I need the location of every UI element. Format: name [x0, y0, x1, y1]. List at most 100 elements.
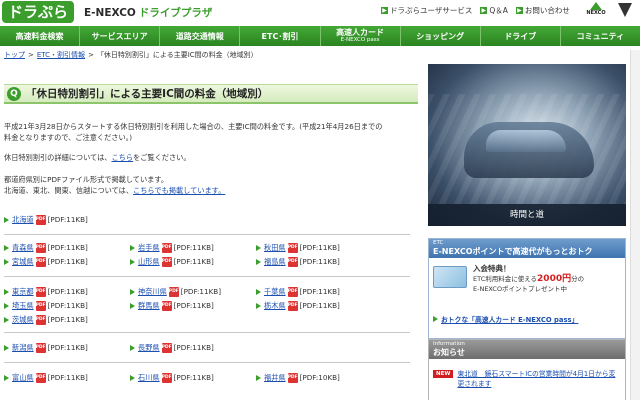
pref-column: 富山県 PDF [PDF:11KB] [4, 372, 130, 383]
pdf-icon: PDF [287, 256, 298, 267]
details-text: 休日特別割引の詳細については、こちらをご覧ください。 [4, 153, 191, 162]
site-header: ドラぷら E-NEXCO ドライブプラザ ▶ ドラぷらユーザサービス ▶ Q＆A ▶ お… [0, 0, 640, 26]
dorapura-logo[interactable]: ドラぷら [2, 1, 74, 23]
pref-item[interactable]: 宮城県 PDF [PDF:11KB] [4, 256, 130, 267]
news-item: NEW 東北道 鏡石スマートICの営業時間が4月1日から変更されます [429, 359, 625, 389]
breadcrumb: トップ > ETC・割引情報 > 「休日特別割引」による主要IC間の料金（地域別） [4, 50, 258, 60]
details-link[interactable]: こちら [111, 153, 133, 162]
divider [4, 362, 410, 363]
arrow-right-icon [130, 374, 135, 381]
breadcrumb-etc-discount[interactable]: ETC・割引情報 [37, 51, 85, 59]
nav-toll-search[interactable]: 高速料金検索 [0, 26, 81, 46]
pdf-icon: PDF [35, 242, 46, 253]
pdf-icon: PDF [35, 214, 46, 225]
nav-traffic-info[interactable]: 道路交通情報 [160, 26, 241, 46]
pdf-icon: PDF [161, 342, 172, 353]
etc-text: 入会特典！ ETC利用料金に使える2000円分の E-NEXCOポイントプレゼン… [473, 264, 585, 293]
nav-service-area[interactable]: サービスエリア [80, 26, 161, 46]
utility-links: ▶ ドラぷらユーザサービス ▶ Q＆A ▶ お問い合わせ [381, 5, 570, 16]
arrow-right-icon: ▶ [381, 7, 388, 14]
info-box: Information お知らせ NEW 東北道 鏡石スマートICの営業時間が4… [428, 339, 626, 400]
arrow-right-icon [256, 374, 261, 381]
pref-column: 岩手県 PDF [PDF:11KB] 山形県 PDF [PDF:11KB] [130, 242, 256, 267]
etc-tag: ETC [433, 240, 444, 246]
arrow-right-icon [4, 344, 9, 351]
pdf-icon: PDF [161, 300, 172, 311]
region-link[interactable]: こちらでも掲載しています。 [133, 186, 225, 195]
pref-item[interactable]: 東京都 PDF [PDF:11KB] [4, 286, 130, 297]
nexco-mark-icon [590, 2, 602, 10]
pref-item[interactable]: 長野県 PDF [PDF:11KB] [130, 342, 256, 353]
pref-item[interactable]: 青森県 PDF [PDF:11KB] [4, 242, 130, 253]
page-title: 「休日特別割引」による主要IC間の料金（地域別） [26, 88, 269, 100]
arrow-right-icon [4, 374, 9, 381]
arrow-right-icon [4, 258, 9, 265]
pref-item[interactable]: 福井県 PDF [PDF:10KB] [256, 372, 382, 383]
pref-item[interactable]: 北海道 PDF [PDF:11KB] [4, 214, 130, 225]
pref-item[interactable]: 岩手県 PDF [PDF:11KB] [130, 242, 256, 253]
news-link[interactable]: 東北道 鏡石スマートICの営業時間が4月1日から変更されます [457, 369, 621, 389]
pref-item[interactable]: 石川県 PDF [PDF:11KB] [130, 372, 256, 383]
pref-item[interactable]: 新潟県 PDF [PDF:11KB] [4, 342, 130, 353]
nav-etc-discount[interactable]: ETC･割引 [240, 26, 321, 46]
arrow-right-icon [4, 288, 9, 295]
pref-item[interactable]: 千葉県 PDF [PDF:11KB] [256, 286, 382, 297]
pref-column: 東京都 PDF [PDF:11KB] 埼玉県 PDF [PDF:11KB] 茨城県 PDF… [4, 286, 130, 325]
pref-item[interactable]: 秋田県 PDF [PDF:11KB] [256, 242, 382, 253]
pref-group-shinetsu: 新潟県 PDF [PDF:11KB] 長野県 PDF [PDF:11KB] [4, 342, 410, 353]
pref-item[interactable]: 栃木県 PDF [PDF:11KB] [256, 300, 382, 311]
card-image[interactable] [433, 266, 467, 288]
nav-highway-card[interactable]: 高速人カード E-NEXCO pass [320, 26, 401, 46]
nav-drive[interactable]: ドライブ [480, 26, 561, 46]
breadcrumb-home[interactable]: トップ [4, 51, 25, 59]
pref-item[interactable]: 富山県 PDF [PDF:11KB] [4, 372, 130, 383]
pref-group-hokkaido: 北海道 PDF [PDF:11KB] [4, 214, 410, 225]
arrow-right-icon [130, 258, 135, 265]
arrow-right-icon [4, 316, 9, 323]
brand-title[interactable]: E-NEXCO ドライブプラザ [84, 5, 212, 20]
etc-box-header: ETC E-NEXCOポイントで高速代がもっとおトク [429, 239, 625, 258]
arrow-right-icon [4, 302, 9, 309]
arrow-right-icon: ▶ [480, 7, 488, 14]
nav-shopping[interactable]: ショッピング [400, 26, 481, 46]
pdf-icon: PDF [287, 286, 298, 297]
pdf-icon: PDF [161, 372, 172, 383]
pref-column: 新潟県 PDF [PDF:11KB] [4, 342, 130, 353]
etc-title: E-NEXCOポイントで高速代がもっとおトク [433, 247, 593, 256]
nexco-logo[interactable]: NEXCO [582, 0, 610, 18]
pdf-icon: PDF [168, 286, 179, 297]
pref-item[interactable]: 群馬県 PDF [PDF:11KB] [130, 300, 256, 311]
scrollbar[interactable] [630, 50, 640, 400]
pref-item[interactable]: 埼玉県 PDF [PDF:11KB] [4, 300, 130, 311]
pref-item[interactable]: 茨城県 PDF [PDF:11KB] [4, 314, 130, 325]
brand-subtitle: ドライブプラザ [138, 7, 213, 19]
pref-item[interactable]: 神奈川県 PDF [PDF:11KB] [130, 286, 256, 297]
pref-item[interactable]: 山形県 PDF [PDF:11KB] [130, 256, 256, 267]
etc-card-link[interactable]: おトクな「高速人カード E-NEXCO pass」 [433, 314, 621, 324]
new-badge: NEW [433, 370, 454, 378]
pdf-icon: PDF [287, 300, 298, 311]
intro-text: 平成21年3月28日からスタートする休日特別割引を利用した場合の、主要IC間の料… [4, 121, 420, 143]
pdf-icon: PDF [35, 256, 46, 267]
pref-column: 神奈川県 PDF [PDF:11KB] 群馬県 PDF [PDF:11KB] [130, 286, 256, 325]
divider [4, 234, 410, 235]
etc-box: ETC E-NEXCOポイントで高速代がもっとおトク 入会特典！ ETC利用料金… [428, 238, 626, 339]
promo-banner[interactable]: 時間と道 [428, 64, 626, 226]
pref-group-kanto: 東京都 PDF [PDF:11KB] 埼玉県 PDF [PDF:11KB] 茨城県 PDF… [4, 286, 410, 325]
arrow-right-icon [433, 316, 438, 322]
util-link-contact[interactable]: ▶ お問い合わせ [515, 5, 570, 16]
car-illustration [464, 122, 594, 178]
arrow-right-icon [130, 344, 135, 351]
pref-item[interactable]: 福島県 PDF [PDF:11KB] [256, 256, 382, 267]
pdf-icon: PDF [287, 242, 298, 253]
pdf-note: 都道府県別にPDFファイル形式で掲載しています。 北海道、東北、関東、信越につい… [4, 175, 226, 195]
pref-group-hokuriku: 富山県 PDF [PDF:11KB] 石川県 PDF [PDF:11KB] 福井県 PDF… [4, 372, 410, 383]
pdf-icon: PDF [35, 372, 46, 383]
util-link-user-service[interactable]: ▶ ドラぷらユーザサービス [381, 5, 472, 16]
info-title: お知らせ [433, 348, 465, 357]
pref-column: 福井県 PDF [PDF:10KB] [256, 372, 382, 383]
pdf-icon: PDF [287, 372, 298, 383]
nav-community[interactable]: コミュニティ [560, 26, 640, 46]
util-link-qa[interactable]: ▶ Q＆A [480, 5, 508, 16]
brand-name: E-NEXCO [84, 7, 136, 19]
